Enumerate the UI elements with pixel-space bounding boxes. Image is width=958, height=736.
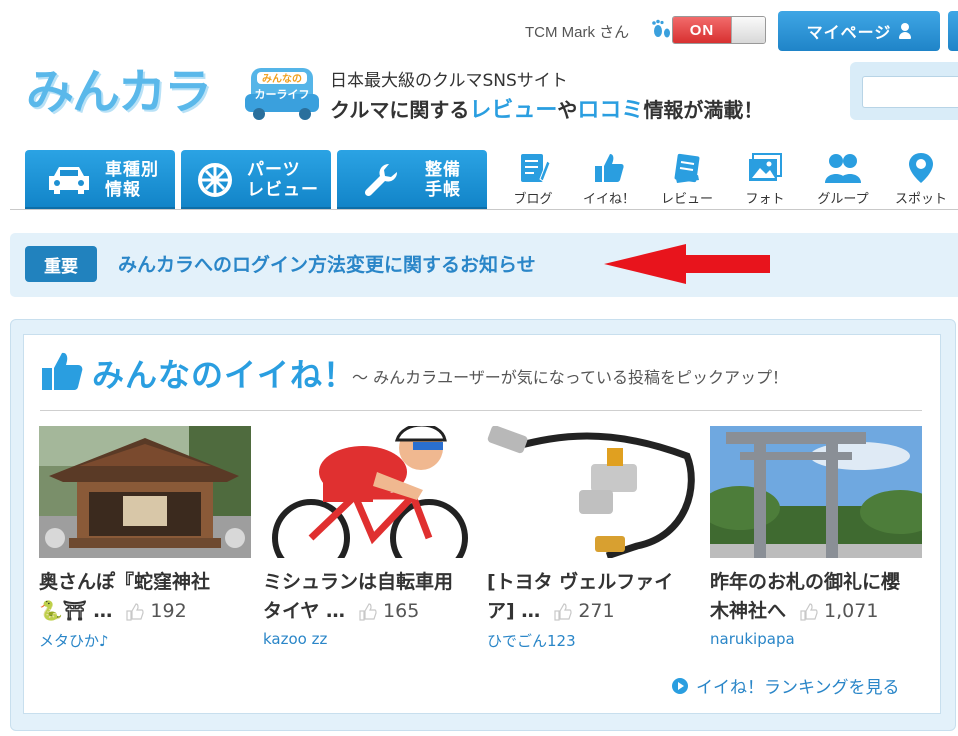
car-icon [45, 160, 93, 200]
toggle-on-label: ON [673, 17, 731, 43]
important-badge: 重要 [25, 246, 97, 282]
nav-group-label: グループ [817, 192, 869, 207]
wrench-icon [357, 160, 405, 200]
like-count: 192 [126, 597, 187, 626]
nav-photo[interactable]: フォト [731, 150, 799, 208]
tagline-highlight-review: レビュー [469, 98, 558, 123]
photo-icon [745, 150, 785, 186]
top-bar: TCM Mark さん ON マイページ [0, 10, 958, 52]
person-icon [899, 23, 912, 39]
nav-spot[interactable]: スポット [887, 150, 955, 208]
like-count: 165 [359, 597, 419, 626]
tagline-highlight-kuchikomi: ロコミ [577, 98, 644, 123]
blog-icon [513, 150, 553, 186]
nav-like[interactable]: イイね！ [575, 150, 643, 208]
nav-photo-label: フォト [745, 192, 785, 207]
car-badge-icon: みんなの カーライフ [245, 68, 319, 120]
ranking-link-label: イイね！ランキングを見る [696, 678, 900, 698]
tagline-text: 情報が満載！ [643, 98, 764, 122]
badge-line2: カーライフ [255, 88, 310, 101]
mypage-button[interactable]: マイページ [778, 11, 940, 51]
like-card[interactable]: [トヨタ ヴェルファイ ア] … 271 ひでごん123 [487, 426, 699, 658]
mypage-label: マイページ [806, 23, 892, 42]
thumbs-up-icon [554, 602, 572, 621]
thumbs-up-icon [800, 602, 818, 621]
group-icon [823, 150, 863, 186]
card-author[interactable]: ひでごん123 [487, 630, 699, 651]
nav-parts-review-button[interactable]: パーツ レビュー [181, 150, 331, 210]
nav-review[interactable]: レビュー [653, 150, 721, 208]
nav-divider [10, 209, 958, 210]
nav-spot-label: スポット [894, 192, 947, 207]
site-logo[interactable]: みんカラ [26, 62, 228, 122]
nav-maintenance-label: 整備 手帳 [425, 160, 461, 200]
nav-car-info-label: 車種別 情報 [105, 160, 159, 200]
tagline-text: クルマに関する [330, 98, 470, 122]
like-card[interactable]: ミシュランは自転車用 タイヤ … 165 kazoo zz [263, 426, 475, 658]
nav-like-label: イイね！ [582, 192, 635, 207]
like-card[interactable]: 昨年のお札の御礼に櫻 木神社へ 1,071 narukipapa [710, 426, 922, 658]
nav-review-label: レビュー [660, 192, 713, 207]
card-title[interactable]: [トヨタ ヴェルファイ ア] … 271 [487, 568, 702, 626]
header-edge-button[interactable] [948, 11, 958, 51]
nav-group[interactable]: グループ [809, 150, 877, 208]
search-area [850, 62, 958, 120]
search-input[interactable] [862, 76, 958, 108]
nav-maintenance-button[interactable]: 整備 手帳 [337, 150, 487, 210]
tagline-secondary: クルマに関するレビューやロコミ情報が満載！ [330, 92, 763, 124]
footprint-toggle[interactable]: ON [672, 16, 766, 44]
panel-divider [40, 410, 922, 411]
card-thumbnail-shrine[interactable] [39, 426, 251, 558]
nav-blog-label: ブログ [513, 192, 553, 207]
review-icon [667, 150, 707, 186]
card-title[interactable]: 昨年のお札の御礼に櫻 木神社へ 1,071 [710, 568, 925, 626]
like-icon [589, 150, 629, 186]
card-title[interactable]: ミシュランは自転車用 タイヤ … 165 [263, 568, 478, 626]
like-count: 1,071 [800, 597, 878, 626]
like-card[interactable]: 奥さんぽ『蛇窪神社 🐍⛩ … 192 メタひか♪ [39, 426, 251, 658]
card-author[interactable]: narukipapa [710, 630, 922, 648]
nav-parts-review-label: パーツ レビュー [247, 160, 319, 200]
play-circle-icon [672, 677, 688, 694]
card-thumbnail-torii[interactable] [710, 426, 922, 558]
card-author[interactable]: kazoo zz [263, 630, 475, 648]
main-nav: 車種別 情報 パーツ レビュー 整備 手帳 ブログ イイね！ レビュー フォト グルー… [0, 150, 958, 212]
ranking-link[interactable]: イイね！ランキングを見る [672, 673, 900, 698]
like-count: 271 [554, 597, 615, 626]
card-title[interactable]: 奥さんぽ『蛇窪神社 🐍⛩ … 192 [39, 568, 254, 626]
card-thumbnail-cyclist[interactable] [263, 426, 475, 558]
tagline-text: や [557, 98, 578, 122]
panel-title: みんなのイイね！ [92, 356, 357, 394]
thumbs-up-icon [126, 602, 145, 621]
toggle-knob[interactable] [731, 17, 765, 43]
logo-text: みんカラ [26, 64, 212, 120]
card-thumbnail-hose[interactable] [487, 426, 699, 558]
spot-icon [901, 150, 941, 186]
notice-link[interactable]: みんカラへのログイン方法変更に関するお知らせ [118, 250, 536, 277]
badge-line1: みんなの [262, 73, 302, 85]
nav-car-info-button[interactable]: 車種別 情報 [25, 150, 175, 210]
card-author[interactable]: メタひか♪ [39, 630, 251, 651]
red-arrow-annotation [604, 244, 770, 284]
panel-subtitle: ～ みんカラユーザーが気になっている投稿をピックアップ！ [352, 368, 788, 387]
user-name[interactable]: TCM Mark さん [525, 21, 629, 42]
nav-blog[interactable]: ブログ [499, 150, 567, 208]
thumbs-up-icon [359, 602, 377, 621]
tagline-primary: 日本最大級のクルマSNSサイト [330, 71, 568, 91]
wheel-icon [195, 160, 235, 200]
thumbs-up-icon [42, 352, 83, 390]
footprint-icon[interactable] [650, 18, 672, 40]
important-notice: 重要 みんカラへのログイン方法変更に関するお知らせ [10, 233, 958, 297]
